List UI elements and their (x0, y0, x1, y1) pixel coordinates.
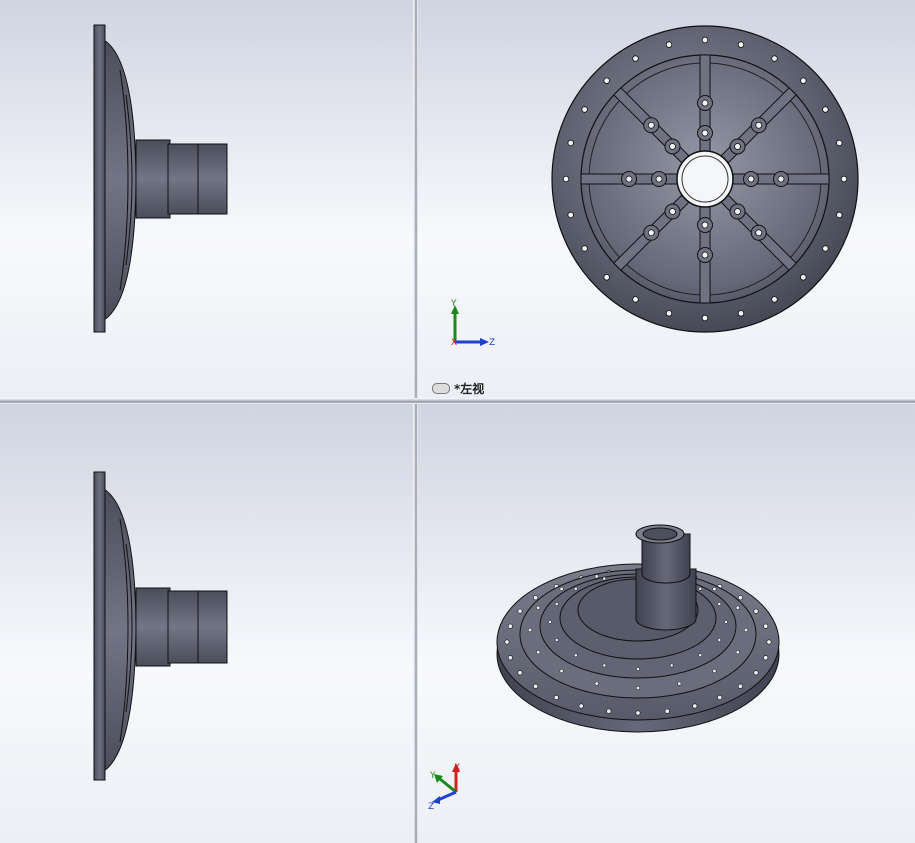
isometric-view-model: X Y Z (428, 524, 780, 812)
iso-bolt-hole (533, 683, 539, 689)
side-view-model (93, 24, 228, 333)
iso-bolt-hole (763, 655, 769, 661)
iso-bolt-hole (737, 595, 743, 601)
flange-bolt-hole (737, 41, 745, 48)
y-axis-label: Y (450, 299, 457, 309)
view-name-label: *左视 (432, 380, 484, 397)
view-name-text: *左视 (454, 382, 485, 396)
iso-bolt-hole (753, 608, 759, 614)
flange-bolt-hole (665, 41, 673, 48)
rib-bolt-hole (701, 99, 709, 107)
axis-triad-iso: X Y Z (428, 763, 460, 812)
iso-bolt-hole (606, 708, 612, 714)
side-view-model-2 (93, 471, 228, 781)
flange-bolt-hole (665, 310, 673, 317)
iso-bolt-hole (763, 623, 769, 629)
iso-bolt-hole (553, 694, 559, 700)
iso-x-axis-label: X (454, 763, 460, 773)
iso-bolt-hole (753, 670, 759, 676)
flange-bolt-hole (632, 55, 639, 62)
x-axis-label: X (451, 338, 457, 348)
flange-bolt-hole (603, 274, 610, 281)
axis-triad: Y Z X (450, 299, 495, 348)
flange-bolt-hole (822, 245, 829, 252)
flange-bolt-hole (701, 314, 709, 322)
flange-bolt-hole (701, 36, 709, 44)
rib-bolt-hole (701, 251, 709, 259)
rib-bolt-hole (701, 129, 709, 137)
flange-bolt-hole (800, 274, 807, 281)
iso-bolt-hole (507, 655, 513, 661)
rib-bolt-hole (625, 175, 633, 183)
rib-bolt-hole (701, 221, 709, 229)
flange-bolt-hole (822, 106, 829, 113)
flange-bolt-hole (562, 175, 570, 183)
link-view-icon[interactable] (432, 383, 450, 394)
horizontal-splitter[interactable] (0, 398, 915, 404)
flange-bolt-hole (603, 77, 610, 84)
iso-bolt-hole (766, 639, 772, 645)
z-axis-label: Z (489, 338, 495, 348)
flange-bolt-hole (836, 139, 843, 147)
iso-y-axis-label: Y (429, 771, 436, 781)
iso-bolt-hole (517, 608, 523, 614)
iso-bolt-hole (717, 694, 723, 700)
viewport-top-right[interactable]: Y Z X *左视 (418, 0, 915, 398)
flange-bolt-hole (632, 296, 639, 303)
rib-bolt-hole (655, 175, 663, 183)
iso-bolt-hole (664, 708, 670, 714)
iso-bolt-hole (517, 670, 523, 676)
rib-bolt-hole (747, 175, 755, 183)
viewport-top-left[interactable] (0, 0, 413, 398)
iso-z-axis-label: Z (428, 802, 434, 812)
iso-bolt-hole (692, 703, 698, 709)
iso-bolt-hole (635, 710, 641, 716)
iso-bolt-hole (507, 623, 513, 629)
rib-bolt-hole (777, 175, 785, 183)
flange-bolt-hole (836, 211, 843, 219)
left-view-model: Y Z X (450, 25, 859, 348)
flange-bolt-hole (737, 310, 745, 317)
iso-bolt-hole (737, 683, 743, 689)
flange-bolt-hole (581, 106, 588, 113)
iso-bolt-hole (504, 639, 510, 645)
flange-bolt-hole (771, 55, 778, 62)
iso-bolt-hole (533, 595, 539, 601)
flange-bolt-hole (800, 77, 807, 84)
flange-bolt-hole (771, 296, 778, 303)
viewport-bottom-left[interactable] (0, 404, 413, 843)
flange-bolt-hole (840, 175, 848, 183)
iso-bolt-hole (578, 703, 584, 709)
flange-bolt-hole (581, 245, 588, 252)
viewport-bottom-right[interactable]: X Y Z (418, 404, 915, 843)
flange-bolt-hole (567, 139, 574, 147)
vertical-splitter[interactable] (413, 0, 418, 843)
flange-bolt-hole (567, 211, 574, 219)
